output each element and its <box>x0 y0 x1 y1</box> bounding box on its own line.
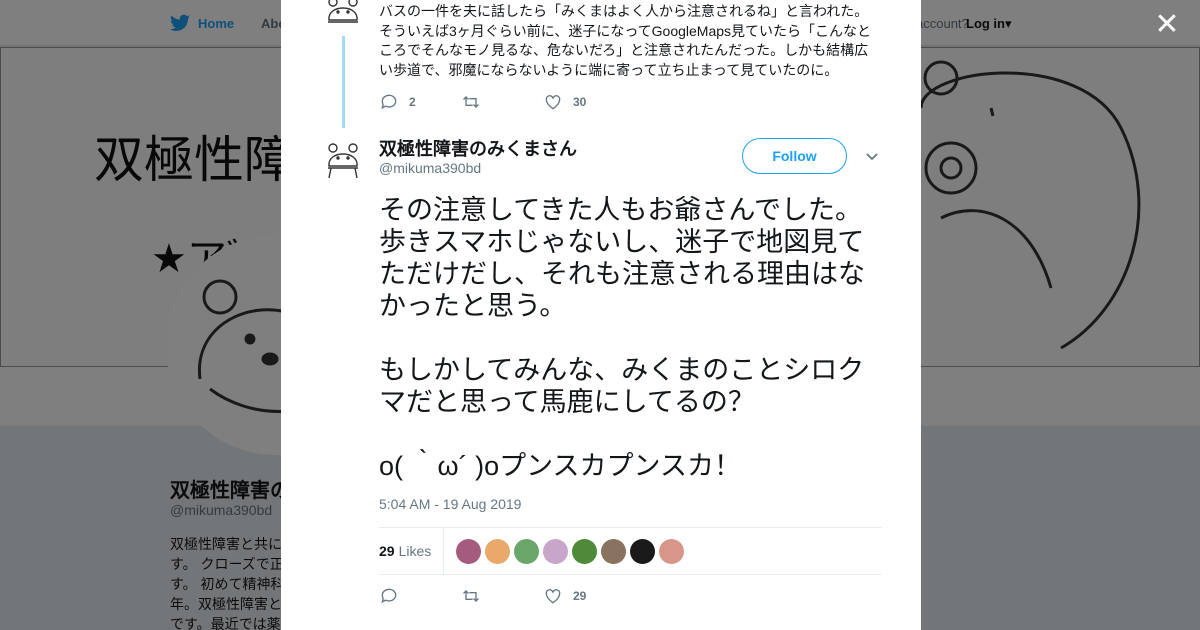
reply-count: 2 <box>409 95 416 109</box>
reply-icon <box>381 94 397 110</box>
like-count: 30 <box>573 95 587 109</box>
reply-button[interactable] <box>379 586 461 606</box>
tweet-text: その注意してきた人もお爺さんでした。歩きスマホじゃないし、迷子で地図見てただけだ… <box>379 195 865 481</box>
liker-avatar[interactable] <box>485 538 511 564</box>
likes-number: 29 <box>379 543 395 559</box>
like-button[interactable]: 29 <box>543 586 625 606</box>
liker-avatar[interactable] <box>601 538 627 564</box>
retweet-button[interactable] <box>461 92 543 112</box>
liker-avatar[interactable] <box>659 538 685 564</box>
likes-summary: 29 Likes <box>379 527 882 575</box>
like-count: 29 <box>573 589 587 603</box>
heart-icon <box>545 95 561 110</box>
tweet-actions: 29 <box>379 586 625 606</box>
likers-avatars <box>444 538 685 564</box>
liker-avatar[interactable] <box>514 538 540 564</box>
previous-tweet-actions: 2 30 <box>379 92 625 112</box>
reply-icon <box>381 588 397 604</box>
close-modal-button[interactable]: ✕ <box>1152 10 1182 40</box>
tweet-timestamp[interactable]: 5:04 AM - 19 Aug 2019 <box>379 496 521 512</box>
like-button[interactable]: 30 <box>543 92 625 112</box>
retweet-icon <box>463 96 479 108</box>
likes-label: Likes <box>398 543 432 559</box>
retweet-icon <box>463 590 479 602</box>
retweet-button[interactable] <box>461 586 543 606</box>
liker-avatar[interactable] <box>630 538 656 564</box>
author-name[interactable]: 双極性障害のみくまさん <box>379 135 577 161</box>
liker-avatar[interactable] <box>543 538 569 564</box>
chevron-down-icon[interactable] <box>864 148 880 164</box>
tweet-modal: バスの一件を夫に話したら「みくまはよく人から注意されるね」と言われた。そういえば… <box>281 0 921 630</box>
liker-avatar[interactable] <box>572 538 598 564</box>
liker-avatar[interactable] <box>456 538 482 564</box>
follow-button[interactable]: Follow <box>742 138 847 174</box>
reply-button[interactable]: 2 <box>379 92 461 112</box>
likes-count-link[interactable]: 29 Likes <box>379 528 445 574</box>
bear-avatar-icon[interactable] <box>323 138 363 178</box>
bear-avatar-icon[interactable] <box>323 0 363 32</box>
previous-tweet-text: バスの一件を夫に話したら「みくまはよく人から注意されるね」と言われた。そういえば… <box>379 3 872 78</box>
thread-connector <box>342 36 345 128</box>
heart-icon <box>545 589 561 604</box>
author-handle[interactable]: @mikuma390bd <box>379 160 481 176</box>
